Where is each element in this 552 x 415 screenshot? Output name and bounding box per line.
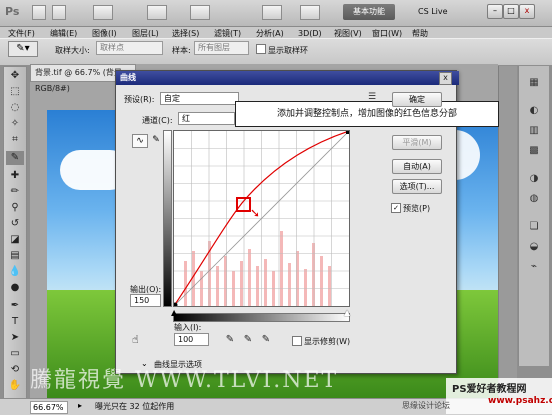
output-gradient-bar: [163, 130, 172, 307]
photoshop-logo: Ps: [5, 5, 20, 18]
stamp-tool-icon[interactable]: ⚲: [6, 201, 24, 215]
pointer-arrow-icon: ➘: [250, 206, 261, 220]
dialog-close-button[interactable]: x: [439, 72, 452, 85]
sample-size-select[interactable]: 取样点: [96, 41, 163, 55]
maximize-button[interactable]: □: [503, 4, 519, 19]
crop-tool-icon[interactable]: ⌗: [6, 133, 24, 147]
status-nav-icon[interactable]: ▸: [78, 401, 82, 410]
preview-checkbox[interactable]: ✓: [391, 203, 401, 213]
workspace-button[interactable]: 基本功能: [343, 4, 395, 20]
options-button[interactable]: 选项(T)...: [392, 179, 442, 194]
ok-button[interactable]: 确定: [392, 92, 442, 107]
curve-endpoint[interactable]: [346, 131, 349, 134]
site-subtitle: 思缘设计论坛: [402, 401, 450, 410]
sample-select[interactable]: 所有图层: [194, 41, 249, 55]
panel-dock: [498, 66, 517, 396]
on-image-adjust-icon[interactable]: ☝: [132, 333, 139, 346]
close-button[interactable]: x: [519, 4, 535, 19]
history-brush-icon[interactable]: ↺: [6, 217, 24, 231]
quick-select-tool-icon[interactable]: ✧: [6, 117, 24, 131]
site-url: www.psahz.com: [488, 396, 552, 406]
screen-mode-icon[interactable]: [300, 5, 320, 20]
move-tool-icon[interactable]: ✥: [6, 69, 24, 83]
arrange-docs-icon[interactable]: [262, 5, 282, 20]
brush-tool-icon[interactable]: ✏: [6, 185, 24, 199]
white-eyedropper-icon[interactable]: ✎: [260, 334, 272, 346]
blur-tool-icon[interactable]: 💧: [6, 265, 24, 279]
channel-select[interactable]: 红: [178, 112, 235, 125]
3d-rotate-tool-icon[interactable]: ⟲: [6, 363, 24, 377]
control-point-marker[interactable]: [236, 197, 251, 212]
show-ring-checkbox[interactable]: [256, 44, 266, 54]
pen-tool-icon[interactable]: ✒: [6, 299, 24, 313]
pencil-draw-icon[interactable]: ✎: [150, 134, 162, 146]
watermark-text: 騰龍視覺 WWW.TLVI.NET: [30, 368, 339, 393]
input-label: 输入(I):: [174, 323, 202, 332]
gradient-tool-icon[interactable]: ▤: [6, 249, 24, 263]
sample-size-label: 取样大小:: [55, 46, 90, 55]
path-select-tool-icon[interactable]: ➤: [6, 331, 24, 345]
paths-icon[interactable]: ⌁: [526, 260, 542, 274]
healing-tool-icon[interactable]: ✚: [6, 169, 24, 183]
smooth-button[interactable]: 平滑(M): [392, 135, 442, 150]
collapsed-panels: ▦ ◐ ▥ ▩ ◑ ◍ ❏ ◒ ⌁: [518, 66, 549, 366]
channels-icon[interactable]: ◒: [526, 240, 542, 254]
zoom-field[interactable]: 66.67%: [30, 401, 68, 414]
dialog-title: 曲线: [116, 71, 459, 85]
zoom-level-icon[interactable]: [147, 5, 167, 20]
marquee-tool-icon[interactable]: ⬚: [6, 85, 24, 99]
status-text: 曝光只在 32 位起作用: [95, 402, 175, 411]
minimize-button[interactable]: –: [487, 4, 503, 19]
output-field[interactable]: 150: [130, 294, 161, 307]
layers-icon[interactable]: ❏: [526, 220, 542, 234]
white-point-slider[interactable]: ▲: [344, 308, 350, 317]
bridge-icon[interactable]: [32, 5, 46, 20]
preset-select[interactable]: 自定: [160, 92, 239, 105]
gray-eyedropper-icon[interactable]: ✎: [242, 334, 254, 346]
black-eyedropper-icon[interactable]: ✎: [224, 334, 236, 346]
show-ring-label: 显示取样环: [268, 46, 308, 55]
channel-label: 通道(C):: [142, 116, 173, 125]
annotation-callout: 添加并调整控制点，增加图像的红色信息分部: [235, 101, 499, 127]
lasso-tool-icon[interactable]: ◌: [6, 101, 24, 115]
eyedropper-tool-icon[interactable]: ✎: [6, 151, 24, 165]
histogram-bars: [184, 231, 331, 306]
tools-panel: ✥ ⬚ ◌ ✧ ⌗ ✎ ✚ ✏ ⚲ ↺ ◪ ▤ 💧 ● ✒ T ➤ ▭ ⟲ ✋: [3, 66, 27, 400]
show-clipping-checkbox[interactable]: [292, 336, 302, 346]
navigator-icon[interactable]: ▦: [526, 76, 542, 90]
curves-graph-svg: [174, 131, 349, 306]
type-tool-icon[interactable]: T: [6, 315, 24, 329]
dodge-tool-icon[interactable]: ●: [6, 281, 24, 295]
view-extras-icon[interactable]: [93, 5, 113, 20]
styles-icon[interactable]: ▩: [526, 144, 542, 158]
show-clipping-label: 显示修剪(W): [304, 337, 351, 346]
adjustments-icon[interactable]: ◑: [526, 172, 542, 186]
curve-edit-icon[interactable]: ∿: [132, 134, 148, 148]
shape-tool-icon[interactable]: ▭: [6, 347, 24, 361]
swatches-icon[interactable]: ▥: [526, 124, 542, 138]
preset-label: 预设(R):: [124, 95, 155, 104]
eyedropper-preset-icon[interactable]: ✎▾: [8, 41, 38, 57]
hand-tool-icon[interactable]: ✋: [6, 379, 24, 393]
minibridge-icon[interactable]: [52, 5, 66, 20]
color-icon[interactable]: ◐: [526, 104, 542, 118]
black-point-slider[interactable]: ▲: [171, 308, 177, 317]
preview-label: 预览(P): [403, 204, 431, 213]
input-gradient-bar: [173, 313, 350, 322]
input-field[interactable]: 100: [174, 333, 209, 346]
eraser-tool-icon[interactable]: ◪: [6, 233, 24, 247]
cs-live-button[interactable]: CS Live: [418, 5, 474, 19]
auto-button[interactable]: 自动(A): [392, 159, 442, 174]
curves-graph[interactable]: [173, 130, 350, 307]
masks-icon[interactable]: ◍: [526, 192, 542, 206]
sample-label: 样本:: [172, 46, 191, 55]
hand-tool-icon[interactable]: [190, 5, 210, 20]
site-title: PS爱好者教程网: [452, 384, 527, 395]
